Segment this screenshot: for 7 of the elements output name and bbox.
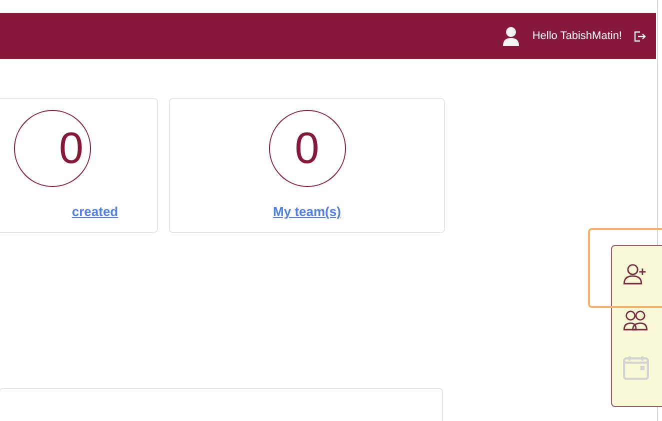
stat-link[interactable]: My team(s) xyxy=(273,202,341,222)
count-value: 0 xyxy=(294,126,320,170)
logout-icon[interactable] xyxy=(634,30,646,42)
count-value: 0 xyxy=(59,126,84,170)
user-avatar-icon xyxy=(502,26,520,46)
stat-link[interactable]: created xyxy=(72,202,118,222)
greeting-text: Hello TabishMatin! xyxy=(532,28,622,44)
